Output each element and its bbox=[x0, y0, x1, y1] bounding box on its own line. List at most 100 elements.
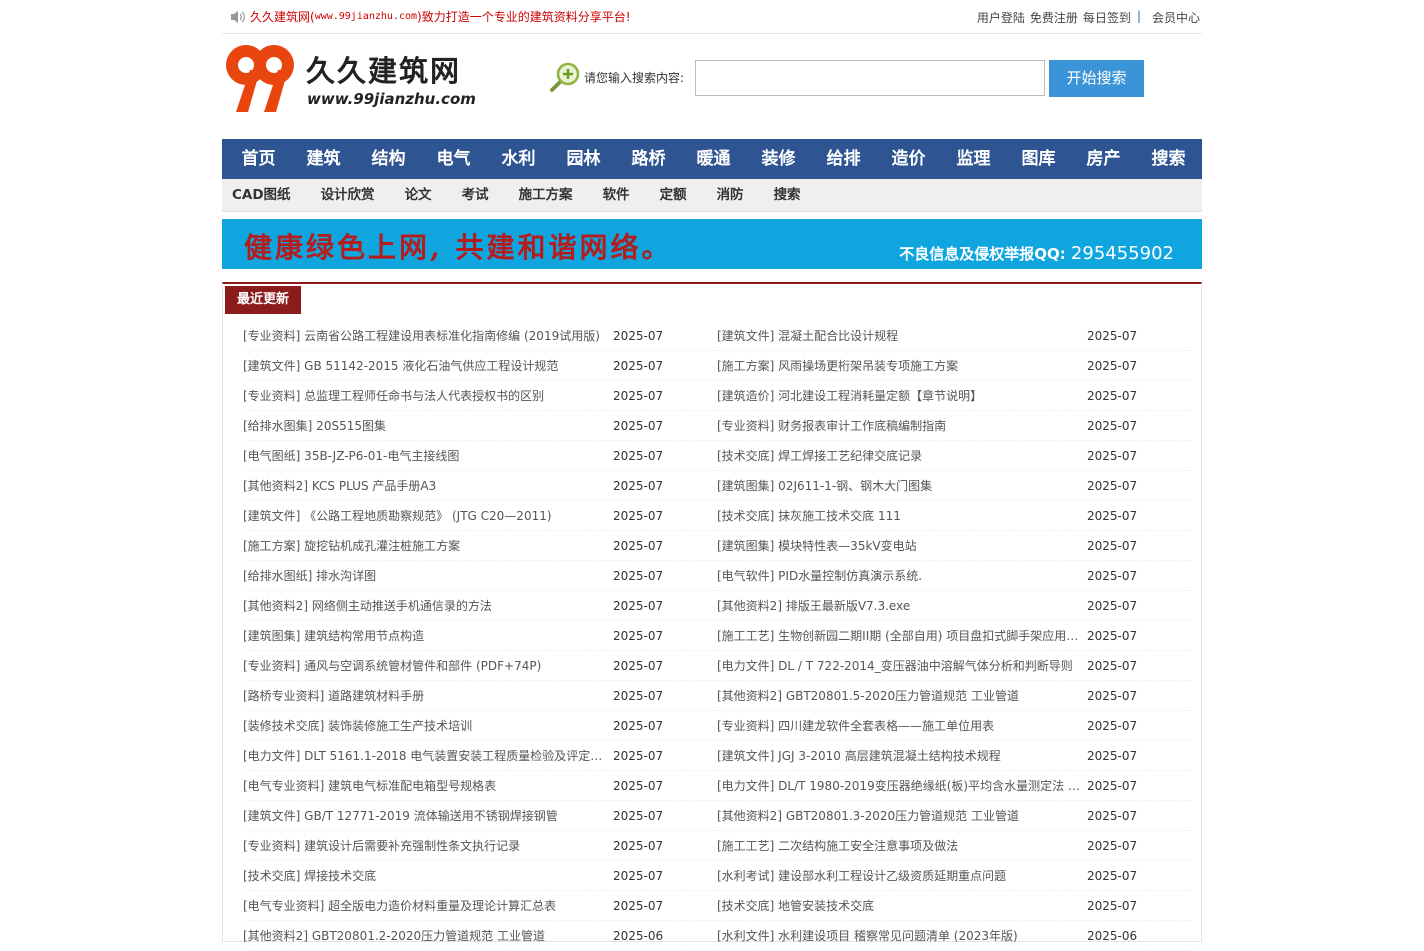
search-button[interactable]: 开始搜索 bbox=[1049, 60, 1144, 97]
nav-item-landscape[interactable]: 园林 bbox=[551, 139, 616, 179]
login-link[interactable]: 用户登陆 bbox=[977, 9, 1025, 26]
list-item-date: 2025-07 bbox=[1087, 779, 1138, 793]
list-item: [其他资料2] 排版王最新版V7.3.exe 2025-07 bbox=[717, 591, 1192, 621]
list-item: [路桥专业资料] 道路建筑材料手册 2025-07 bbox=[243, 681, 718, 711]
list-item-link[interactable]: [专业资料] 财务报表审计工作底稿编制指南 bbox=[717, 411, 1083, 441]
nav-item-gallery[interactable]: 图库 bbox=[1006, 139, 1071, 179]
list-item: [技术交底] 焊工焊接工艺纪律交底记录 2025-07 bbox=[717, 441, 1192, 471]
subnav-item-cad[interactable]: CAD图纸 bbox=[232, 179, 291, 211]
list-item: [其他资料2] GBT20801.5-2020压力管道规范 工业管道 2025-0… bbox=[717, 681, 1192, 711]
list-item-date: 2025-07 bbox=[613, 749, 664, 763]
nav-item-supervision[interactable]: 监理 bbox=[941, 139, 1006, 179]
nav-item-structure[interactable]: 结构 bbox=[356, 139, 421, 179]
list-item-date: 2025-07 bbox=[613, 899, 664, 913]
list-item-link[interactable]: [专业资料] 通风与空调系统管材管件和部件 (PDF+74P) bbox=[243, 651, 609, 681]
list-item-link[interactable]: [电力文件] DLT 5161.1-2018 电气装置安装工程质量检验及评定规程 bbox=[243, 741, 609, 771]
list-item-link[interactable]: [其他资料2] KCS PLUS 产品手册A3 bbox=[243, 471, 609, 501]
list-item-link[interactable]: [电气图纸] 35B-JZ-P6-01-电气主接线图 bbox=[243, 441, 609, 471]
list-item-link[interactable]: [其他资料2] GBT20801.2-2020压力管道规范 工业管道 bbox=[243, 921, 609, 951]
promo-banner[interactable]: 健康绿色上网, 共建和谐网络。 不良信息及侵权举报QQ: 295455902 bbox=[222, 219, 1202, 269]
list-item-link[interactable]: [施工工艺] 生物创新园二期II期 (全部自用) 项目盘扣式脚手架应用技术 bbox=[717, 621, 1083, 651]
list-item-link[interactable]: [技术交底] 焊接技术交底 bbox=[243, 861, 609, 891]
list-item-link[interactable]: [建筑文件] 《公路工程地质勘察规范》 (JTG C20—2011) bbox=[243, 501, 609, 531]
list-item-link[interactable]: [建筑图集] 建筑结构常用节点构造 bbox=[243, 621, 609, 651]
logo-title[interactable]: 久久建筑网 bbox=[306, 48, 461, 90]
subnav-item-construction-plan[interactable]: 施工方案 bbox=[519, 179, 573, 211]
list-item-link[interactable]: [电力文件] DL / T 722-2014_变压器油中溶解气体分析和判断导则 bbox=[717, 651, 1083, 681]
list-item-link[interactable]: [其他资料2] GBT20801.5-2020压力管道规范 工业管道 bbox=[717, 681, 1083, 711]
list-item-link[interactable]: [技术交底] 地管安装技术交底 bbox=[717, 891, 1083, 921]
list-item: [建筑文件] 《公路工程地质勘察规范》 (JTG C20—2011) 2025-0… bbox=[243, 501, 718, 531]
subnav-item-quota[interactable]: 定额 bbox=[660, 179, 687, 211]
list-item-link[interactable]: [其他资料2] 排版王最新版V7.3.exe bbox=[717, 591, 1083, 621]
list-item-date: 2025-07 bbox=[613, 869, 664, 883]
member-center-link[interactable]: 会员中心 bbox=[1152, 9, 1200, 26]
list-item-link[interactable]: [施工方案] 风雨操场更桁架吊装专项施工方案 bbox=[717, 351, 1083, 381]
list-item-link[interactable]: [专业资料] 云南省公路工程建设用表标准化指南修编 (2019试用版) bbox=[243, 321, 609, 351]
nav-item-home[interactable]: 首页 bbox=[226, 139, 291, 179]
list-item: [电气图纸] 35B-JZ-P6-01-电气主接线图 2025-07 bbox=[243, 441, 718, 471]
list-item-link[interactable]: [施工工艺] 二次结构施工安全注意事项及做法 bbox=[717, 831, 1083, 861]
logo-99-icon[interactable] bbox=[224, 40, 298, 114]
list-item: [电力文件] DLT 5161.1-2018 电气装置安装工程质量检验及评定规程… bbox=[243, 741, 718, 771]
list-item-link[interactable]: [其他资料2] 网络侧主动推送手机通信录的方法 bbox=[243, 591, 609, 621]
list-item-date: 2025-07 bbox=[1087, 419, 1138, 433]
subnav-item-search[interactable]: 搜索 bbox=[774, 179, 801, 211]
site-header: 久久建筑网 www.99jianzhu.com 请您输入搜索内容: 开始搜索 bbox=[222, 34, 1202, 134]
subnav-item-software[interactable]: 软件 bbox=[603, 179, 630, 211]
list-item-link[interactable]: [水利考试] 建设部水利工程设计乙级资质延期重点问题 bbox=[717, 861, 1083, 891]
list-item-link[interactable]: [技术交底] 抹灰施工技术交底 111 bbox=[717, 501, 1083, 531]
list-item: [建筑造价] 河北建设工程消耗量定额【章节说明】 2025-07 bbox=[717, 381, 1192, 411]
list-item-link[interactable]: [专业资料] 建筑设计后需要补充强制性条文执行记录 bbox=[243, 831, 609, 861]
nav-item-hydraulic[interactable]: 水利 bbox=[486, 139, 551, 179]
list-item-link[interactable]: [电气专业资料] 建筑电气标准配电箱型号规格表 bbox=[243, 771, 609, 801]
checkin-link[interactable]: 每日签到 bbox=[1083, 9, 1131, 26]
list-item: [电力文件] DL / T 722-2014_变压器油中溶解气体分析和判断导则 2… bbox=[717, 651, 1192, 681]
list-item-link[interactable]: [建筑图集] 02J611-1-钢、钢木大门图集 bbox=[717, 471, 1083, 501]
list-item-date: 2025-07 bbox=[613, 839, 664, 853]
subnav-item-papers[interactable]: 论文 bbox=[405, 179, 432, 211]
list-item: [专业资料] 通风与空调系统管材管件和部件 (PDF+74P) 2025-07 bbox=[243, 651, 718, 681]
list-item-link[interactable]: [水利文件] 水利建设项目 稽察常见问题清单 (2023年版) bbox=[717, 921, 1083, 951]
search-input[interactable] bbox=[695, 60, 1045, 96]
list-item-date: 2025-07 bbox=[613, 419, 664, 433]
list-item-link[interactable]: [建筑文件] JGJ 3-2010 高层建筑混凝土结构技术规程 bbox=[717, 741, 1083, 771]
list-item-link[interactable]: [建筑文件] GB 51142-2015 液化石油气供应工程设计规范 bbox=[243, 351, 609, 381]
list-item-date: 2025-07 bbox=[1087, 509, 1138, 523]
list-item-link[interactable]: [电气专业资料] 超全版电力造价材料重量及理论计算汇总表 bbox=[243, 891, 609, 921]
nav-item-hvac[interactable]: 暖通 bbox=[681, 139, 746, 179]
list-item-link[interactable]: [建筑文件] 混凝土配合比设计规程 bbox=[717, 321, 1083, 351]
register-link[interactable]: 免费注册 bbox=[1030, 9, 1078, 26]
list-item-date: 2025-07 bbox=[613, 449, 664, 463]
nav-item-cost[interactable]: 造价 bbox=[876, 139, 941, 179]
list-item-link[interactable]: [路桥专业资料] 道路建筑材料手册 bbox=[243, 681, 609, 711]
list-item-link[interactable]: [给排水图集] 20S515图集 bbox=[243, 411, 609, 441]
nav-item-real-estate[interactable]: 房产 bbox=[1071, 139, 1136, 179]
list-item-link[interactable]: [专业资料] 四川建龙软件全套表格——施工单位用表 bbox=[717, 711, 1083, 741]
subnav-item-fire[interactable]: 消防 bbox=[717, 179, 744, 211]
list-item-link[interactable]: [电气软件] PID水量控制仿真演示系统. bbox=[717, 561, 1083, 591]
nav-item-decoration[interactable]: 装修 bbox=[746, 139, 811, 179]
nav-item-plumbing[interactable]: 给排 bbox=[811, 139, 876, 179]
main-nav: 首页 建筑 结构 电气 水利 园林 路桥 暖通 装修 给排 造价 监理 图库 房… bbox=[222, 139, 1202, 179]
list-item: [专业资料] 财务报表审计工作底稿编制指南 2025-07 bbox=[717, 411, 1192, 441]
nav-item-architecture[interactable]: 建筑 bbox=[291, 139, 356, 179]
list-item-date: 2025-07 bbox=[1087, 539, 1138, 553]
list-item-link[interactable]: [专业资料] 总监理工程师任命书与法人代表授权书的区别 bbox=[243, 381, 609, 411]
nav-item-electrical[interactable]: 电气 bbox=[421, 139, 486, 179]
list-item: [其他资料2] KCS PLUS 产品手册A3 2025-07 bbox=[243, 471, 718, 501]
logo-domain[interactable]: www.99jianzhu.com bbox=[307, 90, 476, 108]
list-item-link[interactable]: [给排水图纸] 排水沟详图 bbox=[243, 561, 609, 591]
list-item-link[interactable]: [建筑图集] 模块特性表—35kV变电站 bbox=[717, 531, 1083, 561]
list-item-link[interactable]: [技术交底] 焊工焊接工艺纪律交底记录 bbox=[717, 441, 1083, 471]
subnav-item-exam[interactable]: 考试 bbox=[462, 179, 489, 211]
subnav-item-design[interactable]: 设计欣赏 bbox=[321, 179, 375, 211]
list-item-link[interactable]: [装修技术交底] 装饰装修施工生产技术培训 bbox=[243, 711, 609, 741]
list-item-link[interactable]: [建筑文件] GB/T 12771-2019 流体输送用不锈钢焊接钢管 bbox=[243, 801, 609, 831]
list-item-link[interactable]: [建筑造价] 河北建设工程消耗量定额【章节说明】 bbox=[717, 381, 1083, 411]
nav-item-search[interactable]: 搜索 bbox=[1136, 139, 1201, 179]
list-item-link[interactable]: [其他资料2] GBT20801.3-2020压力管道规范 工业管道 bbox=[717, 801, 1083, 831]
nav-item-roads-bridges[interactable]: 路桥 bbox=[616, 139, 681, 179]
list-item-link[interactable]: [电力文件] DL/T 1980-2019变压器绝缘纸(板)平均含水量测定法 频… bbox=[717, 771, 1083, 801]
list-item-link[interactable]: [施工方案] 旋挖钻机成孔灌注桩施工方案 bbox=[243, 531, 609, 561]
